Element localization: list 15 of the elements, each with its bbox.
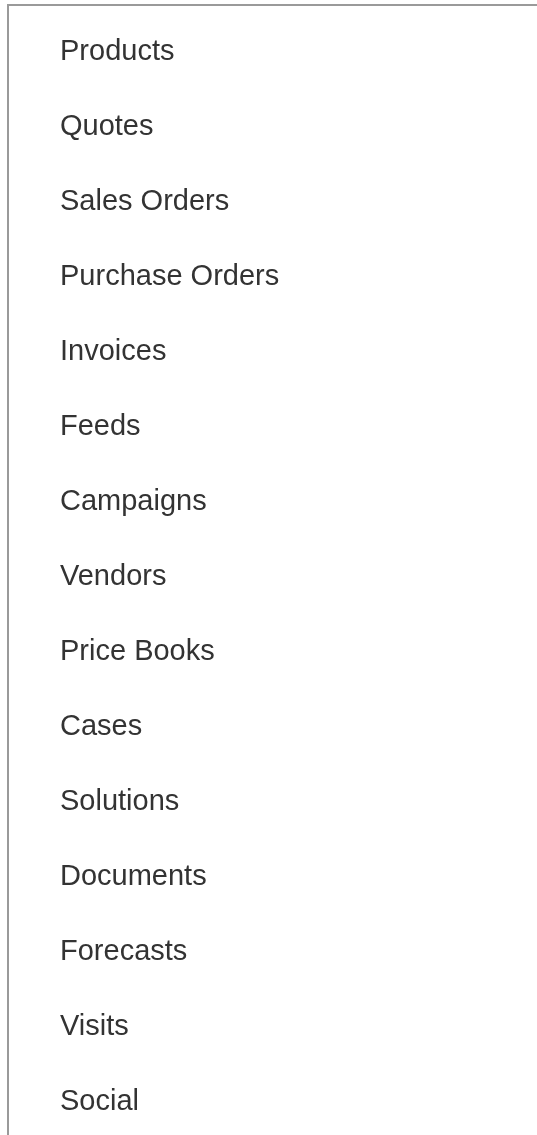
menu-item[interactable]: Price Books xyxy=(9,613,215,688)
menu-item[interactable]: Products xyxy=(9,13,175,88)
menu-item[interactable]: Social xyxy=(9,1063,139,1135)
menu-item[interactable]: Feeds xyxy=(9,388,141,463)
menu-item[interactable]: Documents xyxy=(9,838,207,913)
menu-item[interactable]: Forecasts xyxy=(9,913,188,988)
menu-item[interactable]: Visits xyxy=(9,988,129,1063)
menu-item[interactable]: Quotes xyxy=(9,88,154,163)
menu-item[interactable]: Vendors xyxy=(9,538,167,613)
menu-item[interactable]: Campaigns xyxy=(9,463,207,538)
menu-item[interactable]: Sales Orders xyxy=(9,163,230,238)
menu-item[interactable]: Invoices xyxy=(9,313,167,388)
menu-item[interactable]: Cases xyxy=(9,688,143,763)
menu-item[interactable]: Solutions xyxy=(9,763,180,838)
menu-item[interactable]: Purchase Orders xyxy=(9,238,280,313)
